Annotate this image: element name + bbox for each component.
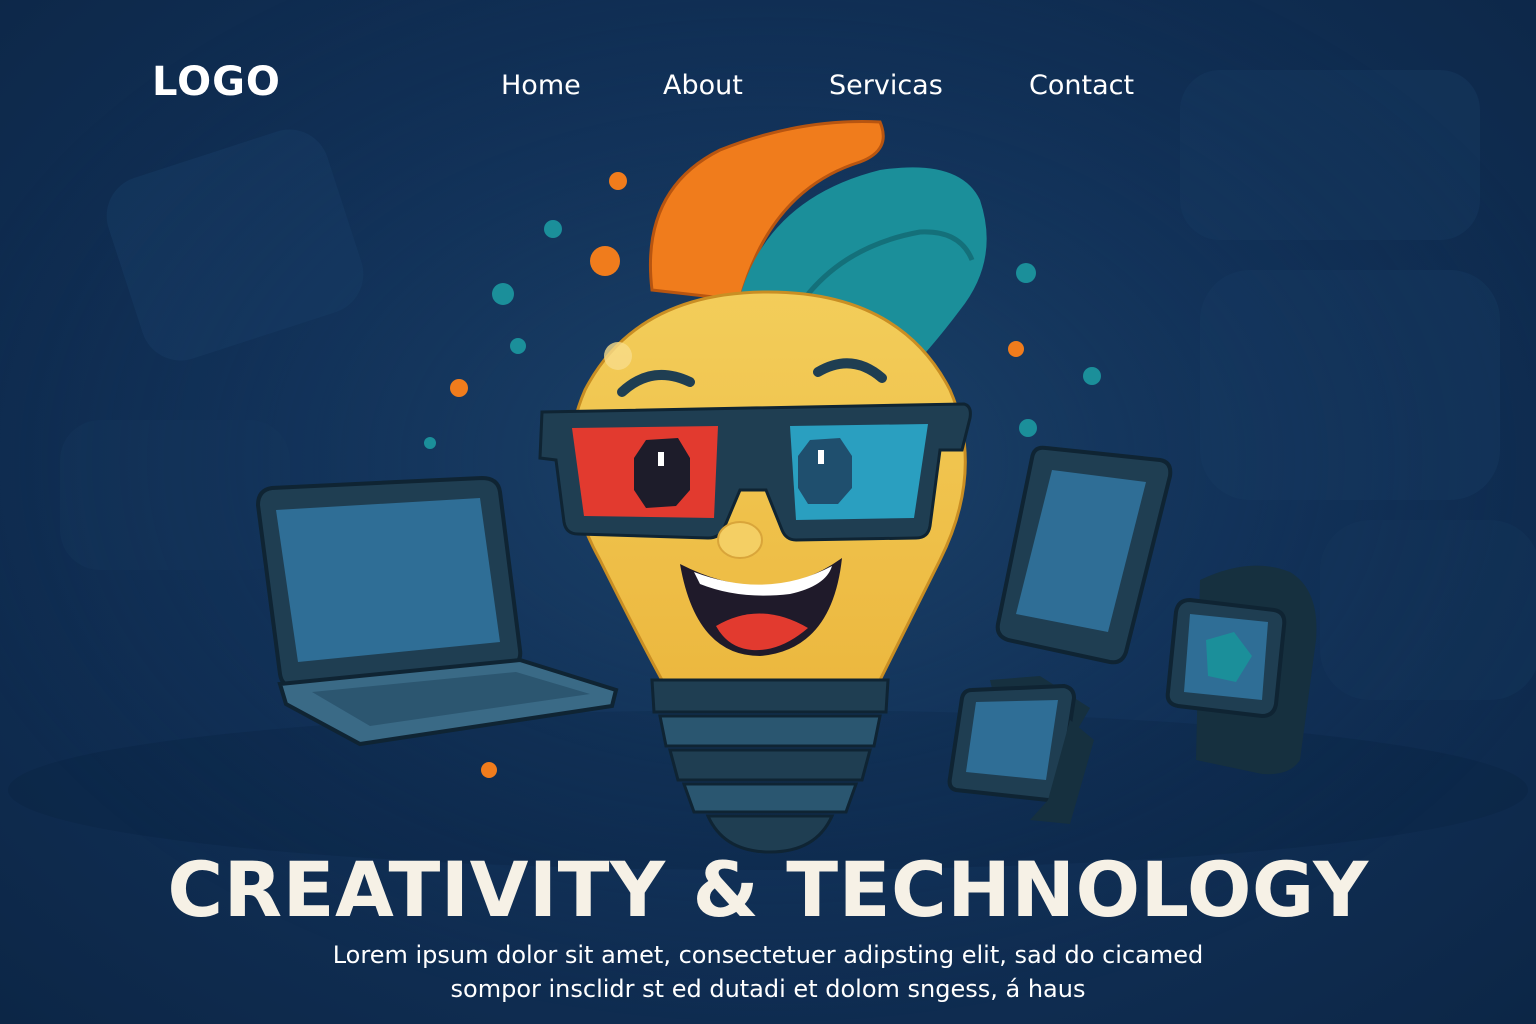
hero-subtitle: Lorem ipsum dolor sit amet, consectetuer…: [268, 938, 1268, 1006]
hero-subtitle-line-1: Lorem ipsum dolor sit amet, consectetuer…: [332, 941, 1204, 969]
logo[interactable]: LOGO: [152, 56, 281, 108]
page: LOGO Home About Servicas Contact CREATIV…: [0, 0, 1536, 1024]
hero-title: CREATIVITY & TECHNOLOGY: [167, 845, 1369, 934]
nav-item-services[interactable]: Servicas: [829, 66, 943, 106]
nav-item-home[interactable]: Home: [501, 66, 581, 106]
nav-item-about[interactable]: About: [663, 66, 743, 106]
hero-subtitle-line-2: sompor insclidr st ed dutadi et dolom sn…: [450, 975, 1086, 1003]
nav-item-contact[interactable]: Contact: [1029, 66, 1134, 106]
